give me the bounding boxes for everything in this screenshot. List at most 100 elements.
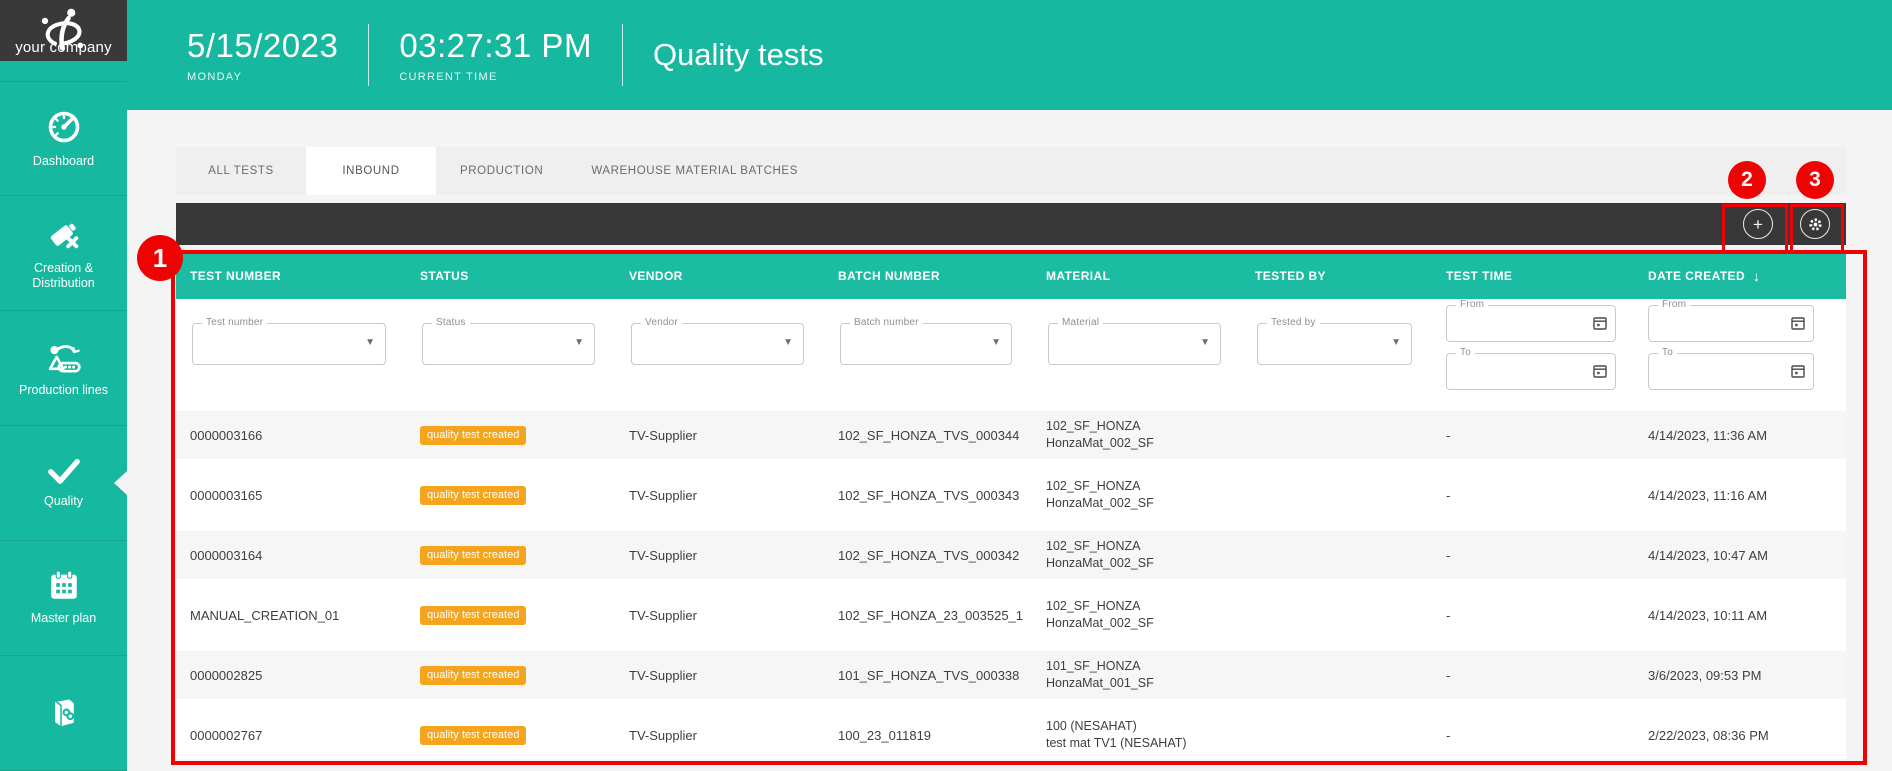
filter-label: Test number [202,317,267,328]
column-header-vendor[interactable]: VENDOR [629,269,838,283]
status-badge: quality test created [420,426,526,445]
creation-distribution-icon [46,216,82,252]
table-toolbar: + [176,203,1846,245]
cell-vendor: TV-Supplier [629,428,838,443]
calendar-icon[interactable] [1593,364,1607,378]
cell-test-time: - [1446,548,1648,563]
filter-label: Batch number [850,317,923,328]
sidebar-item-quality[interactable]: Quality [0,426,127,541]
chevron-down-icon: ▼ [783,337,793,348]
filter-label: Status [432,317,470,328]
company-logo-icon [35,2,93,58]
cell-test-number: MANUAL_CREATION_01 [190,608,420,623]
cell-date-created: 3/6/2023, 09:53 PM [1648,668,1846,683]
cell-date-created: 4/14/2023, 10:47 AM [1648,548,1846,563]
filter-label: To [1658,347,1677,358]
table-row[interactable]: 0000003165 quality test created TV-Suppl… [176,471,1846,519]
table-row[interactable]: 0000003166 quality test created TV-Suppl… [176,411,1846,459]
sidebar-item-label: Dashboard [31,154,96,168]
cell-date-created: 2/22/2023, 08:36 PM [1648,728,1846,743]
content: ALL TESTS INBOUND PRODUCTION WAREHOUSE M… [127,110,1846,771]
cell-batch-number: 100_23_011819 [838,728,1046,743]
calendar-icon[interactable] [1791,316,1805,330]
filter-date-created-from[interactable]: From [1648,305,1814,342]
cell-test-time: - [1446,428,1648,443]
header-date: 5/15/2023 [187,27,338,65]
tab-inbound[interactable]: INBOUND [306,147,436,195]
filter-label: Tested by [1267,317,1320,328]
column-header-date-created[interactable]: DATE CREATED ↓ [1648,268,1846,284]
status-badge: quality test created [420,606,526,625]
cell-test-number: 0000002767 [190,728,420,743]
status-badge: quality test created [420,546,526,565]
sidebar-item-label: Quality [42,494,85,508]
cell-batch-number: 102_SF_HONZA_TVS_000342 [838,548,1046,563]
cell-material: 102_SF_HONZAHonzaMat_002_SF [1046,598,1255,632]
column-header-test-time[interactable]: TEST TIME [1446,269,1648,283]
cell-material: 101_SF_HONZAHonzaMat_001_SF [1046,658,1255,692]
filter-test-number-select[interactable]: Test number ▼ [192,323,386,365]
header-day: MONDAY [187,71,338,83]
header-divider [622,24,623,86]
chevron-down-icon: ▼ [574,337,584,348]
filter-vendor-select[interactable]: Vendor ▼ [631,323,804,365]
column-header-status[interactable]: STATUS [420,269,629,283]
cell-batch-number: 102_SF_HONZA_TVS_000343 [838,488,1046,503]
column-header-batch-number[interactable]: BATCH NUMBER [838,269,1046,283]
filter-date-created-to[interactable]: To [1648,353,1814,390]
tab-production[interactable]: PRODUCTION [436,147,567,195]
column-header-test-number[interactable]: TEST NUMBER [190,269,420,283]
filter-status-select[interactable]: Status ▼ [422,323,595,365]
tab-warehouse-material-batches[interactable]: WAREHOUSE MATERIAL BATCHES [567,147,822,195]
chevron-down-icon: ▼ [1200,337,1210,348]
cell-material: 102_SF_HONZAHonzaMat_002_SF [1046,538,1255,572]
cell-test-number: 0000003165 [190,488,420,503]
sidebar-item-warehouse[interactable] [0,656,127,771]
table-row[interactable]: 0000002767 quality test created TV-Suppl… [176,711,1846,759]
cell-vendor: TV-Supplier [629,728,838,743]
plus-icon: + [1753,216,1763,233]
column-header-material[interactable]: MATERIAL [1046,269,1255,283]
filter-test-time-from[interactable]: From [1446,305,1616,342]
sidebar-item-dashboard[interactable]: Dashboard [0,81,127,196]
column-header-tested-by[interactable]: TESTED BY [1255,269,1446,283]
filter-material-select[interactable]: Material ▼ [1048,323,1221,365]
cell-material: 102_SF_HONZAHonzaMat_002_SF [1046,418,1255,452]
cell-test-time: - [1446,728,1648,743]
sort-desc-icon: ↓ [1753,268,1760,284]
tab-bar: ALL TESTS INBOUND PRODUCTION WAREHOUSE M… [176,147,1846,195]
sidebar-item-production-lines[interactable]: Production lines [0,311,127,426]
quality-check-icon [45,457,83,485]
cell-test-time: - [1446,608,1648,623]
page-title: Quality tests [653,37,824,73]
company-logo: your company [0,0,127,61]
master-plan-calendar-icon [47,570,81,602]
add-test-button[interactable]: + [1743,209,1773,239]
sidebar-item-label: Production lines [17,383,110,397]
sidebar-item-master-plan[interactable]: Master plan [0,541,127,656]
cell-vendor: TV-Supplier [629,668,838,683]
warehouse-box-icon [46,695,82,731]
status-badge: quality test created [420,666,526,685]
table-row[interactable]: 0000003164 quality test created TV-Suppl… [176,531,1846,579]
cell-vendor: TV-Supplier [629,488,838,503]
settings-button[interactable] [1800,209,1830,239]
cell-test-time: - [1446,668,1648,683]
table-rows: 0000003166 quality test created TV-Suppl… [176,407,1846,759]
cell-vendor: TV-Supplier [629,548,838,563]
tab-all-tests[interactable]: ALL TESTS [176,147,306,195]
status-badge: quality test created [420,726,526,745]
calendar-icon[interactable] [1593,316,1607,330]
cell-vendor: TV-Supplier [629,608,838,623]
sidebar: your company Dashboard [0,0,127,771]
sidebar-item-creation-distribution[interactable]: Creation & Distribution [0,196,127,311]
cell-date-created: 4/14/2023, 10:11 AM [1648,608,1846,623]
table-row[interactable]: MANUAL_CREATION_01 quality test created … [176,591,1846,639]
table-row[interactable]: 0000002825 quality test created TV-Suppl… [176,651,1846,699]
sidebar-item-label: Creation & Distribution [0,261,127,290]
filter-batch-number-select[interactable]: Batch number ▼ [840,323,1012,365]
calendar-icon[interactable] [1791,364,1805,378]
filter-tested-by-select[interactable]: Tested by ▼ [1257,323,1412,365]
filter-test-time-to[interactable]: To [1446,353,1616,390]
production-lines-icon [45,338,83,374]
